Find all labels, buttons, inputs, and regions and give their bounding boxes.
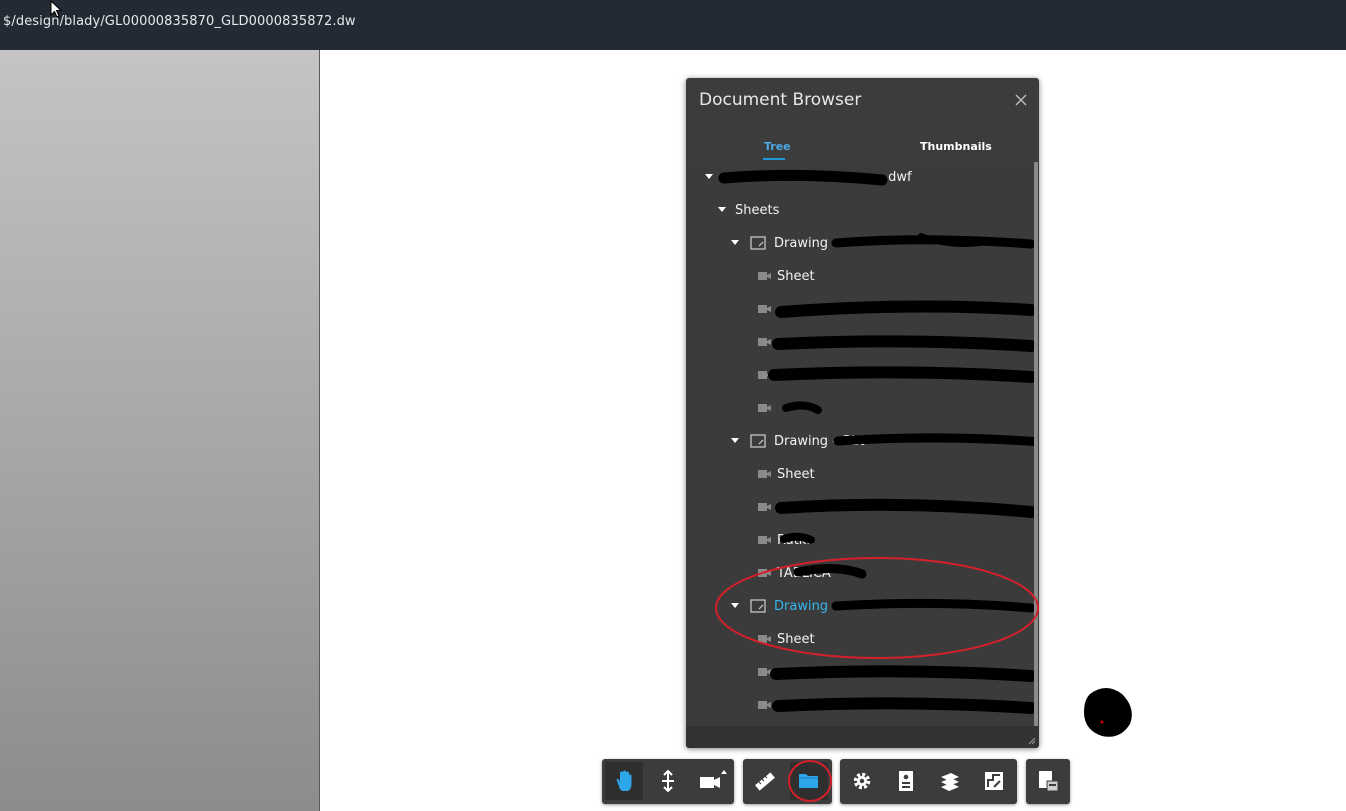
resize-handle-icon[interactable] bbox=[1028, 737, 1036, 745]
redaction-blob bbox=[1084, 688, 1132, 737]
camera-tool-button[interactable] bbox=[692, 762, 730, 800]
ruler-icon bbox=[755, 772, 775, 791]
left-side-panel bbox=[0, 50, 320, 811]
close-button[interactable] bbox=[1011, 90, 1031, 110]
zoom-arrows-icon bbox=[662, 769, 674, 793]
measure-tool-button[interactable] bbox=[746, 762, 784, 800]
tab-tree[interactable]: Tree bbox=[764, 140, 791, 153]
toolbar-settings-group bbox=[840, 759, 1017, 804]
export-tool-button[interactable] bbox=[1029, 762, 1067, 800]
panel-title: Document Browser bbox=[699, 90, 862, 110]
pan-tool-button[interactable] bbox=[605, 762, 643, 800]
toolbar-navigation-group bbox=[602, 759, 734, 804]
active-tab-indicator bbox=[763, 158, 785, 160]
sheet-icon bbox=[985, 772, 1003, 790]
annotation-circle bbox=[788, 760, 832, 802]
close-icon bbox=[1015, 94, 1027, 106]
top-bar: $/design/blady/GL00000835870_GLD00008358… bbox=[0, 0, 1346, 50]
hand-icon bbox=[616, 770, 632, 791]
annotation-ellipse bbox=[715, 557, 1039, 659]
export-icon bbox=[1039, 771, 1059, 792]
properties-icon bbox=[899, 771, 913, 791]
tab-thumbnails[interactable]: Thumbnails bbox=[920, 140, 992, 153]
layers-icon bbox=[941, 773, 959, 791]
zoom-tool-button[interactable] bbox=[649, 762, 687, 800]
browser-tabs: Tree Thumbnails bbox=[686, 130, 1039, 162]
panel-footer bbox=[686, 726, 1039, 748]
gear-icon bbox=[853, 772, 871, 790]
mouse-cursor-icon bbox=[50, 0, 63, 18]
sheet-tool-button[interactable] bbox=[975, 762, 1013, 800]
toolbar-export-group bbox=[1026, 759, 1070, 804]
layers-tool-button[interactable] bbox=[931, 762, 969, 800]
settings-tool-button[interactable] bbox=[843, 762, 881, 800]
properties-tool-button[interactable] bbox=[887, 762, 925, 800]
camera-icon bbox=[700, 770, 727, 788]
